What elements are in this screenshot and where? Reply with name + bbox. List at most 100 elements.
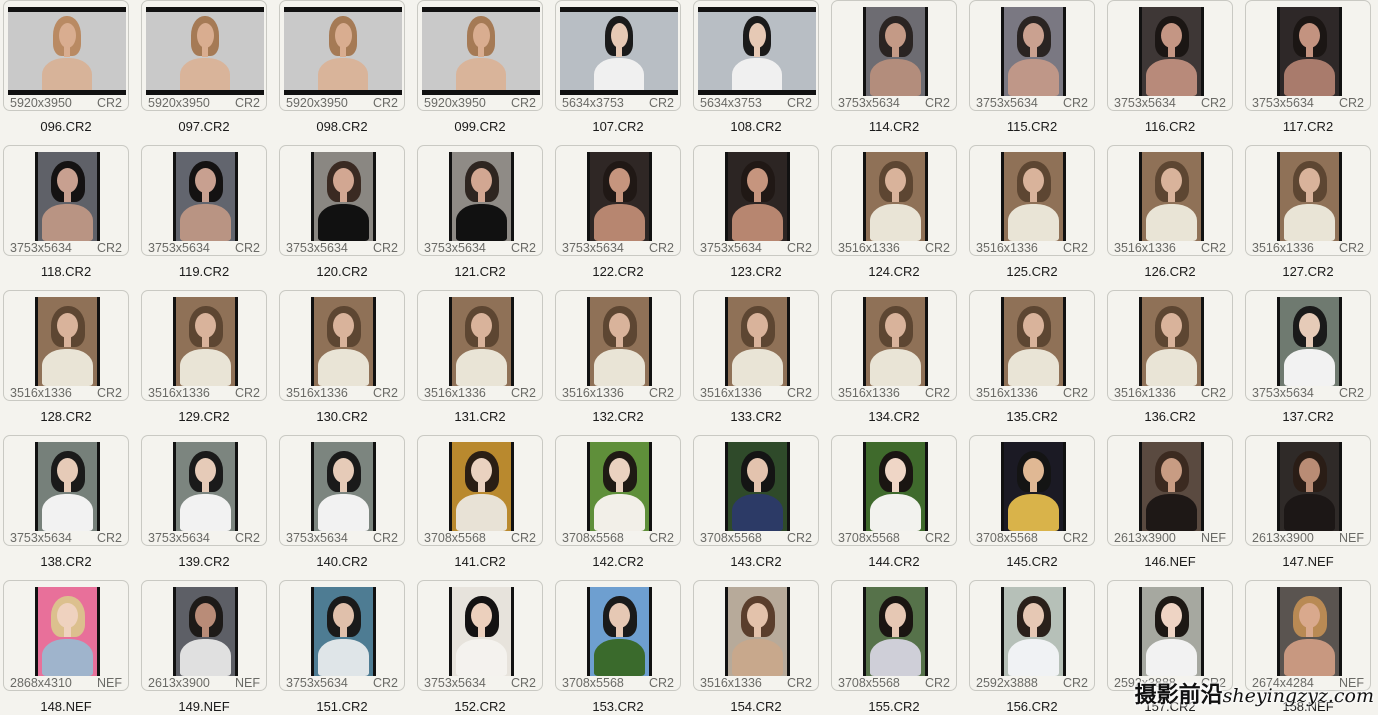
file-thumbnail-card[interactable]: 2613x3900 NEF <box>1245 435 1371 546</box>
file-name[interactable]: 128.CR2 <box>2 409 130 425</box>
file-name[interactable]: 154.CR2 <box>692 699 820 715</box>
file-name[interactable]: 153.CR2 <box>554 699 682 715</box>
file-thumbnail-card[interactable]: 3516x1336 CR2 <box>417 290 543 401</box>
file-name[interactable]: 107.CR2 <box>554 119 682 135</box>
file-thumbnail-card[interactable]: 3516x1336 CR2 <box>969 145 1095 256</box>
file-item[interactable]: 3753x5634 CR2 139.CR2 <box>140 435 270 580</box>
file-name[interactable]: 124.CR2 <box>830 264 958 280</box>
file-name[interactable]: 148.NEF <box>2 699 130 715</box>
file-thumbnail-card[interactable]: 3516x1336 CR2 <box>1107 290 1233 401</box>
file-name[interactable]: 151.CR2 <box>278 699 406 715</box>
file-name[interactable]: 137.CR2 <box>1244 409 1372 425</box>
file-thumbnail-card[interactable]: 2674x4284 NEF <box>1245 580 1371 691</box>
file-name[interactable]: 140.CR2 <box>278 554 406 570</box>
file-item[interactable]: 3753x5634 CR2 116.CR2 <box>1106 0 1236 145</box>
file-item[interactable]: 3516x1336 CR2 127.CR2 <box>1244 145 1374 290</box>
file-thumbnail-card[interactable]: 3516x1336 CR2 <box>1245 145 1371 256</box>
file-name[interactable]: 131.CR2 <box>416 409 544 425</box>
file-item[interactable]: 3753x5634 CR2 121.CR2 <box>416 145 546 290</box>
file-thumbnail-card[interactable]: 2592x3888 CR2 <box>1107 580 1233 691</box>
file-thumbnail-card[interactable]: 3753x5634 CR2 <box>279 435 405 546</box>
file-item[interactable]: 3516x1336 CR2 134.CR2 <box>830 290 960 435</box>
file-name[interactable]: 139.CR2 <box>140 554 268 570</box>
file-thumbnail-card[interactable]: 3708x5568 CR2 <box>693 435 819 546</box>
file-name[interactable]: 129.CR2 <box>140 409 268 425</box>
file-thumbnail-card[interactable]: 5920x3950 CR2 <box>141 0 267 111</box>
file-name[interactable]: 120.CR2 <box>278 264 406 280</box>
file-item[interactable]: 5920x3950 CR2 096.CR2 <box>2 0 132 145</box>
file-thumbnail-card[interactable]: 5920x3950 CR2 <box>279 0 405 111</box>
file-thumbnail-card[interactable]: 3753x5634 CR2 <box>417 580 543 691</box>
file-item[interactable]: 3753x5634 CR2 123.CR2 <box>692 145 822 290</box>
file-thumbnail-card[interactable]: 3753x5634 CR2 <box>279 580 405 691</box>
file-name[interactable]: 097.CR2 <box>140 119 268 135</box>
file-name[interactable]: 123.CR2 <box>692 264 820 280</box>
file-thumbnail-card[interactable]: 3708x5568 CR2 <box>831 435 957 546</box>
file-thumbnail-card[interactable]: 3708x5568 CR2 <box>417 435 543 546</box>
file-thumbnail-card[interactable]: 3708x5568 CR2 <box>555 580 681 691</box>
file-thumbnail-card[interactable]: 3753x5634 CR2 <box>831 0 957 111</box>
file-thumbnail-card[interactable]: 2868x4310 NEF <box>3 580 129 691</box>
file-name[interactable]: 099.CR2 <box>416 119 544 135</box>
file-name[interactable]: 117.CR2 <box>1244 119 1372 135</box>
file-name[interactable]: 147.NEF <box>1244 554 1372 570</box>
file-name[interactable]: 114.CR2 <box>830 119 958 135</box>
file-thumbnail-card[interactable]: 3708x5568 CR2 <box>969 435 1095 546</box>
file-item[interactable]: 5634x3753 CR2 107.CR2 <box>554 0 684 145</box>
file-item[interactable]: 3516x1336 CR2 129.CR2 <box>140 290 270 435</box>
file-item[interactable]: 3516x1336 CR2 133.CR2 <box>692 290 822 435</box>
file-thumbnail-card[interactable]: 2613x3900 NEF <box>141 580 267 691</box>
file-thumbnail-card[interactable]: 3708x5568 CR2 <box>555 435 681 546</box>
file-name[interactable]: 118.CR2 <box>2 264 130 280</box>
file-name[interactable]: 116.CR2 <box>1106 119 1234 135</box>
file-item[interactable]: 3753x5634 CR2 115.CR2 <box>968 0 1098 145</box>
file-item[interactable]: 3753x5634 CR2 118.CR2 <box>2 145 132 290</box>
file-item[interactable]: 3708x5568 CR2 142.CR2 <box>554 435 684 580</box>
file-thumbnail-card[interactable]: 3708x5568 CR2 <box>831 580 957 691</box>
file-item[interactable]: 5920x3950 CR2 098.CR2 <box>278 0 408 145</box>
file-name[interactable]: 144.CR2 <box>830 554 958 570</box>
file-name[interactable]: 134.CR2 <box>830 409 958 425</box>
file-item[interactable]: 2613x3900 NEF 149.NEF <box>140 580 270 715</box>
file-item[interactable]: 3516x1336 CR2 131.CR2 <box>416 290 546 435</box>
file-thumbnail-card[interactable]: 3753x5634 CR2 <box>1245 0 1371 111</box>
file-name[interactable]: 146.NEF <box>1106 554 1234 570</box>
file-thumbnail-card[interactable]: 3516x1336 CR2 <box>969 290 1095 401</box>
file-thumbnail-card[interactable]: 3753x5634 CR2 <box>3 145 129 256</box>
file-item[interactable]: 3753x5634 CR2 151.CR2 <box>278 580 408 715</box>
file-item[interactable]: 3516x1336 CR2 135.CR2 <box>968 290 1098 435</box>
file-thumbnail-card[interactable]: 3516x1336 CR2 <box>831 145 957 256</box>
file-thumbnail-card[interactable]: 3753x5634 CR2 <box>693 145 819 256</box>
file-name[interactable]: 130.CR2 <box>278 409 406 425</box>
file-item[interactable]: 3516x1336 CR2 128.CR2 <box>2 290 132 435</box>
file-item[interactable]: 3753x5634 CR2 119.CR2 <box>140 145 270 290</box>
file-name[interactable]: 122.CR2 <box>554 264 682 280</box>
file-thumbnail-card[interactable]: 3753x5634 CR2 <box>141 145 267 256</box>
file-name[interactable]: 126.CR2 <box>1106 264 1234 280</box>
file-item[interactable]: 3708x5568 CR2 143.CR2 <box>692 435 822 580</box>
file-thumbnail-card[interactable]: 3753x5634 CR2 <box>969 0 1095 111</box>
file-thumbnail-card[interactable]: 3753x5634 CR2 <box>279 145 405 256</box>
file-name[interactable]: 152.CR2 <box>416 699 544 715</box>
file-thumbnail-card[interactable]: 3516x1336 CR2 <box>693 290 819 401</box>
file-thumbnail-card[interactable]: 3516x1336 CR2 <box>141 290 267 401</box>
file-name[interactable]: 133.CR2 <box>692 409 820 425</box>
file-item[interactable]: 5920x3950 CR2 097.CR2 <box>140 0 270 145</box>
file-item[interactable]: 3708x5568 CR2 141.CR2 <box>416 435 546 580</box>
file-thumbnail-card[interactable]: 5920x3950 CR2 <box>3 0 129 111</box>
file-name[interactable]: 136.CR2 <box>1106 409 1234 425</box>
file-thumbnail-card[interactable]: 3753x5634 CR2 <box>417 145 543 256</box>
file-item[interactable]: 3708x5568 CR2 144.CR2 <box>830 435 960 580</box>
file-item[interactable]: 3516x1336 CR2 130.CR2 <box>278 290 408 435</box>
file-thumbnail-card[interactable]: 3753x5634 CR2 <box>141 435 267 546</box>
file-item[interactable]: 3516x1336 CR2 154.CR2 <box>692 580 822 715</box>
file-name[interactable]: 138.CR2 <box>2 554 130 570</box>
file-item[interactable]: 3753x5634 CR2 114.CR2 <box>830 0 960 145</box>
file-name[interactable]: 156.CR2 <box>968 699 1096 715</box>
file-item[interactable]: 2613x3900 NEF 147.NEF <box>1244 435 1374 580</box>
file-name[interactable]: 096.CR2 <box>2 119 130 135</box>
file-name[interactable]: 141.CR2 <box>416 554 544 570</box>
file-thumbnail-card[interactable]: 3516x1336 CR2 <box>3 290 129 401</box>
file-item[interactable]: 2868x4310 NEF 148.NEF <box>2 580 132 715</box>
file-thumbnail-card[interactable]: 5920x3950 CR2 <box>417 0 543 111</box>
